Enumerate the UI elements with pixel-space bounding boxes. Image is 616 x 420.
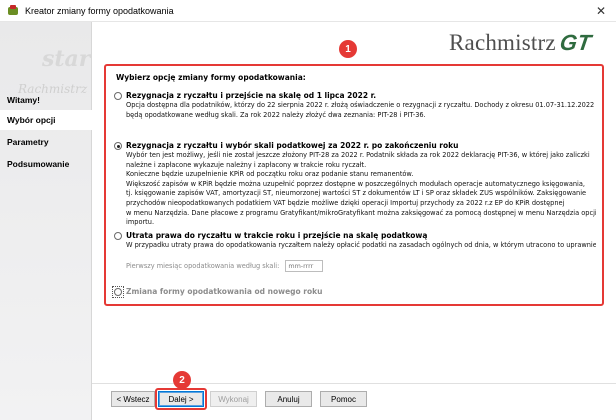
next-button[interactable]: Dalej > xyxy=(158,391,204,407)
footer-divider xyxy=(92,383,616,384)
wizard-sidebar: start Rachmistrz Witamy! Wybór opcji Par… xyxy=(0,22,92,420)
watermark-start: start xyxy=(42,46,92,72)
description-line: tj. księgowanie zapisów VAT, amortyzacji… xyxy=(126,189,587,198)
option-description: Wybór ten jest możliwy, jeśli nie został… xyxy=(126,151,596,228)
cancel-button[interactable]: Anuluj xyxy=(265,391,312,407)
description-line: Konieczne będzie uzupełnienie KPiR od po… xyxy=(126,170,414,179)
options-panel: Wybierz opcję zmiany formy opodatkowania… xyxy=(104,64,604,306)
sidebar-step-wybor-opcji[interactable]: Wybór opcji xyxy=(0,110,92,130)
description-line: W przypadku utraty prawa do opodatkowani… xyxy=(126,241,596,249)
sidebar-step-podsumowanie[interactable]: Podsumowanie xyxy=(0,154,92,174)
option-label[interactable]: Rezygnacja z ryczałtu i wybór skali poda… xyxy=(126,141,458,150)
description-line: Opcja dostępna dla podatników, którzy do… xyxy=(126,101,596,109)
logo-gt: GT xyxy=(558,30,593,55)
logo-text: Rachmistrz xyxy=(449,30,556,55)
option-label[interactable]: Utrata prawa do ryczałtu w trakcie roku … xyxy=(126,231,427,240)
option-description: W przypadku utraty prawa do opodatkowani… xyxy=(126,241,596,251)
option-label: Zmiana formy opodatkowania od nowego rok… xyxy=(126,287,323,296)
option-label[interactable]: Rezygnacja z ryczałtu i przejście na ska… xyxy=(126,91,376,100)
help-button[interactable]: Pomoc xyxy=(320,391,367,407)
description-line: będą opodatkowane według skali. Za rok 2… xyxy=(126,110,426,119)
first-month-input[interactable]: mm-rrrr xyxy=(285,260,324,272)
description-line: w menu Narzędzia. Dane płacowe z program… xyxy=(126,208,596,217)
window-title: Kreator zmiany formy opodatkowania xyxy=(25,5,174,16)
sidebar-step-witamy[interactable]: Witamy! xyxy=(0,90,92,110)
option-description: Opcja dostępna dla podatników, którzy do… xyxy=(126,101,596,120)
annotation-badge-2: 2 xyxy=(173,371,191,389)
radio-button[interactable] xyxy=(114,92,122,100)
app-icon xyxy=(7,4,19,17)
description-line: Wybór ten jest możliwy, jeśli nie został… xyxy=(126,151,590,159)
rachmistrz-logo: Rachmistrz GT xyxy=(449,30,593,56)
description-line: Większość zapisów w KPiR będzie można uz… xyxy=(126,179,586,188)
close-icon[interactable]: ✕ xyxy=(586,0,616,22)
radio-button[interactable] xyxy=(114,232,122,240)
annotation-badge-1: 1 xyxy=(339,40,357,58)
title-bar: Kreator zmiany formy opodatkowania ✕ xyxy=(0,0,616,22)
radio-button-disabled xyxy=(114,288,122,296)
description-line: importu. xyxy=(126,218,155,227)
first-month-label: Pierwszy miesiąc opodatkowania według sk… xyxy=(126,262,280,270)
description-line: należne i zapłacone wykazuje należny i z… xyxy=(126,160,367,169)
execute-button: Wykonaj xyxy=(210,391,257,407)
description-line: przychodów nieopodatkowanych podatkiem V… xyxy=(126,198,565,207)
sidebar-step-parametry[interactable]: Parametry xyxy=(0,132,92,152)
options-heading: Wybierz opcję zmiany formy opodatkowania… xyxy=(116,73,306,82)
back-button[interactable]: < Wstecz xyxy=(111,391,155,407)
radio-button-selected[interactable] xyxy=(114,142,122,150)
first-month-row: Pierwszy miesiąc opodatkowania według sk… xyxy=(126,260,324,272)
